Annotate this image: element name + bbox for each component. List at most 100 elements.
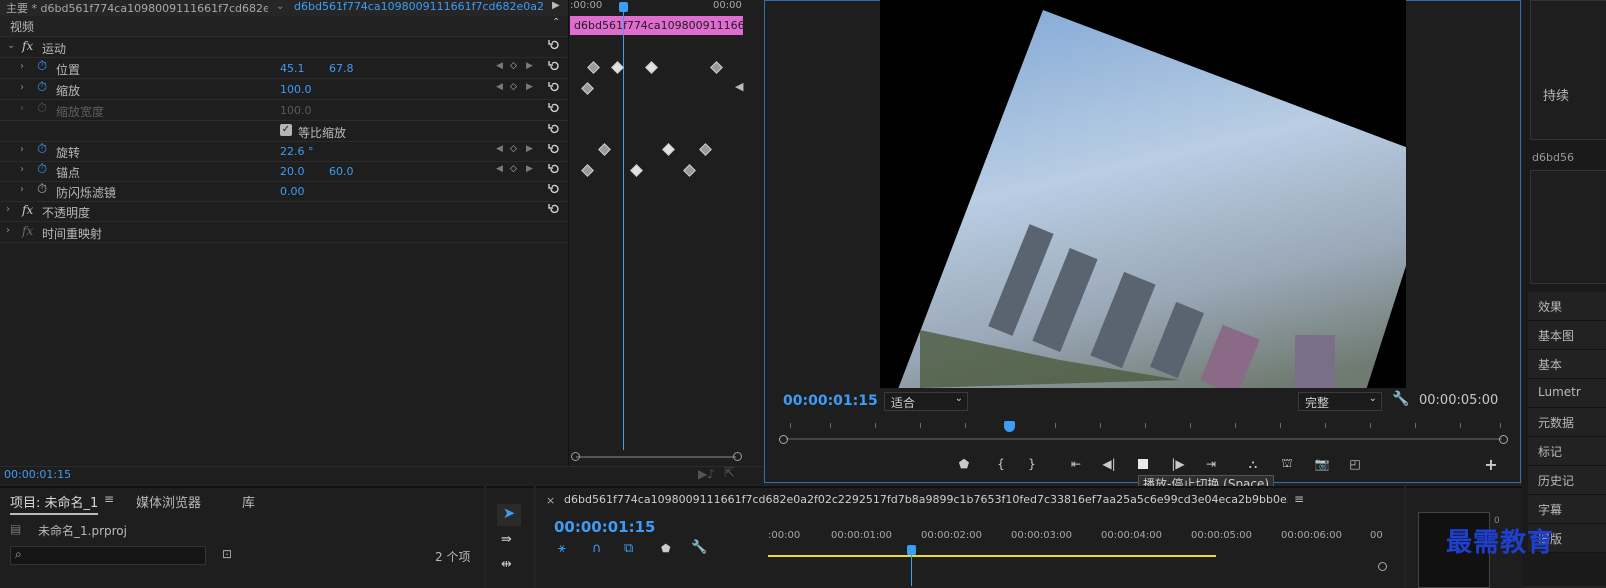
step-forward-icon[interactable]: |▶ bbox=[1169, 457, 1187, 471]
reset-icon[interactable] bbox=[548, 102, 560, 114]
reset-icon[interactable] bbox=[548, 163, 560, 175]
zoom-handle[interactable] bbox=[779, 435, 788, 444]
add-marker-icon[interactable]: ⬟ bbox=[955, 457, 973, 471]
fx-icon[interactable]: fx bbox=[22, 203, 33, 217]
sequence-tab[interactable]: d6bd561f774ca1098009111661f7cd682e0a2f02… bbox=[564, 493, 1288, 506]
anchor-y-value[interactable]: 60.0 bbox=[329, 165, 354, 178]
stopwatch-icon[interactable]: ⏱ bbox=[37, 142, 47, 157]
mark-in-icon[interactable]: { bbox=[992, 457, 1010, 471]
step-back-icon[interactable]: ◀| bbox=[1100, 457, 1118, 471]
program-timecode[interactable]: 00:00:01:15 bbox=[783, 393, 878, 409]
side-tab-essential-sound[interactable]: 基本 bbox=[1528, 350, 1606, 379]
next-keyframe-icon[interactable]: ▶ bbox=[526, 61, 533, 71]
side-tab-essential-graphics[interactable]: 基本图 bbox=[1528, 321, 1606, 350]
stopwatch-icon[interactable]: ⏱ bbox=[37, 80, 47, 95]
flicker-row[interactable]: › ⏱ 防闪烁滤镜 0.00 bbox=[0, 181, 568, 202]
add-button-icon[interactable]: + bbox=[1482, 455, 1500, 474]
export-icon[interactable]: ⇱ bbox=[724, 466, 735, 481]
chevron-down-icon[interactable]: ⌄ bbox=[7, 40, 15, 51]
zoom-handle[interactable] bbox=[733, 452, 742, 461]
mark-out-icon[interactable]: } bbox=[1023, 457, 1041, 471]
mini-playhead[interactable] bbox=[623, 3, 624, 450]
chevron-right-icon[interactable]: › bbox=[20, 144, 24, 155]
rotation-value[interactable]: 22.6 ° bbox=[280, 145, 314, 158]
track-select-tool-icon[interactable]: ⇛ bbox=[501, 532, 512, 547]
side-tab-markers[interactable]: 标记 bbox=[1528, 437, 1606, 466]
chevron-right-icon[interactable]: › bbox=[20, 82, 24, 93]
prev-keyframe-icon[interactable]: ◀ bbox=[496, 61, 503, 71]
position-x-value[interactable]: 45.1 bbox=[280, 62, 305, 75]
reset-icon[interactable] bbox=[548, 143, 560, 155]
zoom-handle[interactable] bbox=[571, 452, 580, 461]
selection-tool-icon[interactable]: ➤ bbox=[497, 504, 521, 526]
add-keyframe-icon[interactable]: ◇ bbox=[510, 164, 517, 174]
scale-value[interactable]: 100.0 bbox=[280, 83, 312, 96]
position-row[interactable]: › ⏱ 位置 45.1 67.8 ◀ ◇ ▶ bbox=[0, 58, 568, 79]
tab-media-browser[interactable]: 媒体浏览器 bbox=[136, 492, 201, 511]
tab-libraries[interactable]: 库 bbox=[242, 492, 255, 511]
next-keyframe-icon[interactable]: ▶ bbox=[526, 144, 533, 154]
scale-row[interactable]: › ⏱ 缩放 100.0 ◀ ◇ ▶ bbox=[0, 79, 568, 100]
fx-icon[interactable]: fx bbox=[22, 39, 33, 53]
go-to-in-icon[interactable]: ⇤ bbox=[1067, 457, 1085, 471]
stop-icon[interactable] bbox=[1134, 457, 1152, 471]
timeline-playhead-handle[interactable] bbox=[907, 545, 916, 555]
program-scrollbar[interactable] bbox=[786, 438, 1502, 440]
anchor-x-value[interactable]: 20.0 bbox=[280, 165, 305, 178]
mini-zoom-scrollbar[interactable] bbox=[576, 456, 736, 458]
play-only-icon[interactable]: ▶ bbox=[552, 0, 560, 11]
wrench-icon[interactable]: 🔧 bbox=[691, 540, 707, 555]
add-marker-icon[interactable]: ⬟ bbox=[661, 542, 671, 555]
reset-icon[interactable] bbox=[548, 60, 560, 72]
reset-icon[interactable] bbox=[548, 183, 560, 195]
side-tab-metadata[interactable]: 元数据 bbox=[1528, 408, 1606, 437]
quality-dropdown[interactable]: 完整 ⌄ bbox=[1298, 392, 1382, 411]
chevron-right-icon[interactable]: › bbox=[20, 184, 24, 195]
mini-playhead-handle[interactable] bbox=[619, 2, 628, 12]
filter-icon[interactable]: ▶♪ bbox=[698, 467, 715, 481]
position-y-value[interactable]: 67.8 bbox=[329, 62, 354, 75]
zoom-handle[interactable] bbox=[1499, 435, 1508, 444]
timeline-timecode[interactable]: 00:00:01:15 bbox=[554, 518, 656, 536]
opacity-row[interactable]: › fx 不透明度 bbox=[0, 201, 568, 222]
stopwatch-icon[interactable]: ⏱ bbox=[37, 162, 47, 177]
next-keyframe-icon[interactable]: ▶ bbox=[526, 164, 533, 174]
fit-dropdown[interactable]: 适合 ⌄ bbox=[884, 392, 968, 411]
work-area-bar[interactable] bbox=[768, 555, 1216, 557]
new-search-bin-icon[interactable]: ⊡ bbox=[222, 547, 232, 561]
chevron-right-icon[interactable]: › bbox=[20, 164, 24, 175]
go-to-out-icon[interactable]: ⇥ bbox=[1202, 457, 1220, 471]
close-icon[interactable]: × bbox=[546, 494, 555, 507]
side-tab-captions[interactable]: 字幕 bbox=[1528, 495, 1606, 524]
hamburger-menu-icon[interactable]: ≡ bbox=[1294, 492, 1304, 506]
wrench-icon[interactable]: 🔧 bbox=[1392, 391, 1409, 407]
stopwatch-icon[interactable]: ⏱ bbox=[37, 59, 47, 74]
linked-selection-icon[interactable]: ⧉ bbox=[624, 541, 633, 556]
anchor-row[interactable]: › ⏱ 锚点 20.0 60.0 ◀ ◇ ▶ bbox=[0, 161, 568, 182]
ripple-edit-tool-icon[interactable]: ⇹ bbox=[501, 557, 512, 572]
hamburger-menu-icon[interactable]: ≡ bbox=[104, 492, 114, 506]
stopwatch-icon[interactable]: ⏱ bbox=[37, 182, 47, 197]
flicker-value[interactable]: 0.00 bbox=[280, 185, 305, 198]
extract-icon[interactable]: ⛫ bbox=[1278, 456, 1296, 471]
chevron-right-icon[interactable]: › bbox=[6, 225, 10, 236]
prev-keyframe-icon[interactable]: ◀ bbox=[496, 144, 503, 154]
project-search-input[interactable]: ⌕ bbox=[10, 546, 206, 565]
reset-icon[interactable] bbox=[548, 123, 560, 135]
reset-icon[interactable] bbox=[548, 81, 560, 93]
prev-keyframe-icon[interactable]: ◀ bbox=[496, 164, 503, 174]
chevron-right-icon[interactable]: › bbox=[20, 61, 24, 72]
add-keyframe-icon[interactable]: ◇ bbox=[510, 82, 517, 92]
prev-keyframe-icon[interactable]: ◀ bbox=[496, 82, 503, 92]
mini-clip-bar[interactable]: d6bd561f774ca1098009111661f7cd bbox=[570, 16, 743, 35]
time-remap-row[interactable]: › fx 时间重映射 bbox=[0, 222, 568, 243]
side-tab-effects[interactable]: 效果 bbox=[1528, 292, 1606, 321]
camera-icon[interactable]: 📷 bbox=[1313, 457, 1331, 471]
effect-controls-timecode[interactable]: 00:00:01:15 bbox=[4, 468, 71, 481]
clip-tab[interactable]: d6bd561f774ca1098009111661f7cd682e0a2f02… bbox=[294, 0, 544, 13]
zoom-handle[interactable] bbox=[1378, 562, 1387, 571]
video-frame[interactable] bbox=[880, 0, 1406, 388]
snap-magnet-icon[interactable]: ∩ bbox=[592, 541, 602, 556]
uniform-scale-checkbox[interactable]: ✓ bbox=[280, 124, 292, 136]
rotation-row[interactable]: › ⏱ 旋转 22.6 ° ◀ ◇ ▶ bbox=[0, 141, 568, 162]
